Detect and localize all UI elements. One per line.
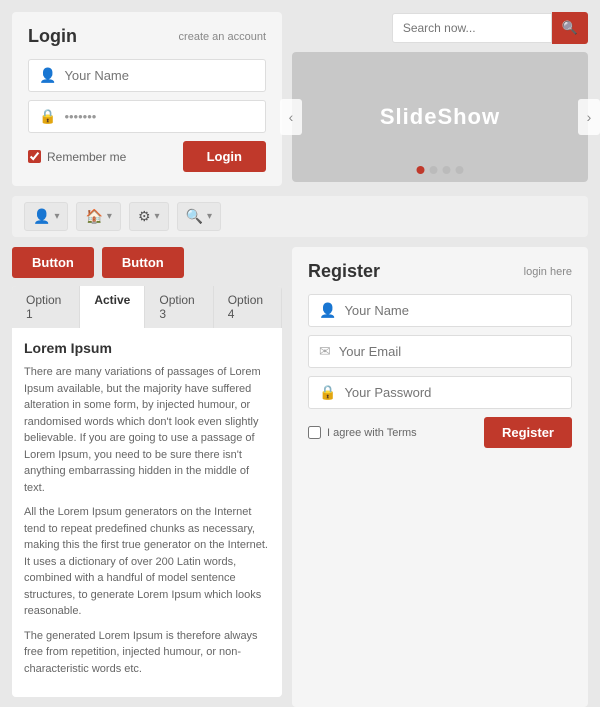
- register-title: Register: [308, 261, 380, 282]
- register-password-input-group: 🔒: [308, 376, 572, 409]
- register-email-input[interactable]: [339, 344, 561, 359]
- remember-me-label: Remember me: [28, 150, 126, 164]
- tab-active[interactable]: Active: [80, 286, 145, 328]
- tabs-panel: Option 1 Active Option 3 Option 4 Lorem …: [12, 286, 282, 697]
- tab-content-title: Lorem Ipsum: [24, 340, 270, 356]
- tab-headers: Option 1 Active Option 3 Option 4: [12, 286, 282, 328]
- register-email-input-group: ✉: [308, 335, 572, 368]
- button-group: Button Button: [12, 247, 282, 278]
- tab-paragraph-1: There are many variations of passages of…: [24, 364, 270, 496]
- tab-content: Lorem Ipsum There are many variations of…: [12, 328, 282, 697]
- agree-terms-label: I agree with Terms: [308, 426, 417, 439]
- user-nav-icon: 👤: [33, 208, 50, 225]
- dot-4[interactable]: [456, 166, 464, 174]
- register-password-input[interactable]: [344, 385, 561, 400]
- nav-user-item[interactable]: 👤 ▾: [24, 202, 68, 231]
- search-nav-arrow: ▾: [207, 211, 212, 222]
- gear-nav-icon: ⚙: [138, 208, 151, 225]
- user-icon: 👤: [39, 67, 56, 84]
- reg-email-icon: ✉: [319, 343, 331, 360]
- login-password-input[interactable]: [64, 109, 255, 124]
- agree-terms-text: I agree with Terms: [327, 427, 417, 439]
- remember-me-checkbox[interactable]: [28, 150, 41, 163]
- register-name-input-group: 👤: [308, 294, 572, 327]
- slideshow: ‹ SlideShow ›: [292, 52, 588, 182]
- login-header: Login create an account: [28, 26, 266, 47]
- slide-dots: [417, 166, 464, 174]
- slideshow-label: SlideShow: [380, 104, 500, 130]
- register-name-input[interactable]: [344, 303, 561, 318]
- search-button[interactable]: 🔍: [552, 12, 588, 44]
- remember-me-text: Remember me: [47, 150, 126, 164]
- login-name-input[interactable]: [64, 68, 255, 83]
- right-top-section: 🔍 ‹ SlideShow ›: [292, 12, 588, 186]
- slide-prev-button[interactable]: ‹: [280, 99, 302, 135]
- tab-paragraph-2: All the Lorem Ipsum generators on the In…: [24, 504, 270, 620]
- register-header: Register login here: [308, 261, 572, 282]
- register-button[interactable]: Register: [484, 417, 572, 448]
- login-here-link[interactable]: login here: [524, 266, 572, 278]
- register-footer: I agree with Terms Register: [308, 417, 572, 448]
- slide-next-button[interactable]: ›: [578, 99, 600, 135]
- tab-option4[interactable]: Option 4: [214, 286, 282, 328]
- dot-3[interactable]: [443, 166, 451, 174]
- nav-settings-item[interactable]: ⚙ ▾: [129, 202, 169, 231]
- nav-home-item[interactable]: 🏠 ▾: [76, 202, 120, 231]
- agree-terms-checkbox[interactable]: [308, 426, 321, 439]
- home-nav-arrow: ▾: [107, 211, 112, 222]
- search-input[interactable]: [403, 21, 541, 35]
- login-name-input-group: 👤: [28, 59, 266, 92]
- reg-lock-icon: 🔒: [319, 384, 336, 401]
- tab-option1[interactable]: Option 1: [12, 286, 80, 328]
- navbar-row: 👤 ▾ 🏠 ▾ ⚙ ▾ 🔍 ▾: [12, 196, 588, 237]
- register-panel: Register login here 👤 ✉ 🔒 I agree with T…: [292, 247, 588, 707]
- reg-user-icon: 👤: [319, 302, 336, 319]
- home-nav-icon: 🏠: [85, 208, 102, 225]
- search-nav-icon: 🔍: [186, 208, 203, 225]
- dot-2[interactable]: [430, 166, 438, 174]
- buttons-tabs-section: Button Button Option 1 Active Option 3 O…: [12, 247, 282, 697]
- create-account-link[interactable]: create an account: [179, 31, 266, 43]
- search-bar: 🔍: [292, 12, 588, 44]
- tab-option3[interactable]: Option 3: [145, 286, 213, 328]
- gear-nav-arrow: ▾: [155, 211, 160, 222]
- dot-1[interactable]: [417, 166, 425, 174]
- login-footer: Remember me Login: [28, 141, 266, 172]
- nav-search-item[interactable]: 🔍 ▾: [177, 202, 221, 231]
- login-panel: Login create an account 👤 🔒 Remember me …: [12, 12, 282, 186]
- lock-icon: 🔒: [39, 108, 56, 125]
- search-input-wrap: [392, 13, 552, 43]
- login-password-input-group: 🔒: [28, 100, 266, 133]
- user-nav-arrow: ▾: [54, 211, 59, 222]
- login-title: Login: [28, 26, 77, 47]
- button-2[interactable]: Button: [102, 247, 184, 278]
- login-button[interactable]: Login: [183, 141, 266, 172]
- button-1[interactable]: Button: [12, 247, 94, 278]
- tab-paragraph-3: The generated Lorem Ipsum is therefore a…: [24, 628, 270, 678]
